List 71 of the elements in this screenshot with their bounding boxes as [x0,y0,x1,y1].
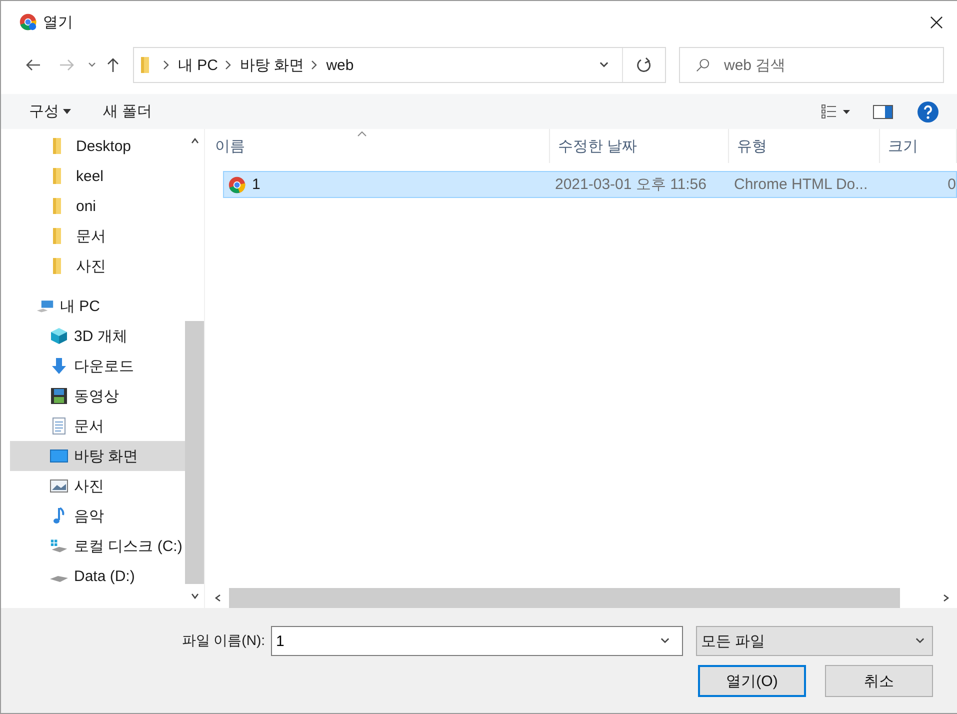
monitor-icon [50,447,68,465]
filename-label: 파일 이름(N): [182,632,265,650]
sidebar-item[interactable]: oni [10,191,185,221]
document-icon [50,417,68,435]
scroll-right-icon[interactable] [941,593,951,603]
search-icon [695,58,710,73]
sidebar-item[interactable]: 사진 [10,471,185,501]
sidebar-item[interactable]: 3D 개체 [10,321,185,351]
sidebar-item[interactable]: 바탕 화면 [10,441,185,471]
column-header[interactable]: 유형 [737,136,767,156]
column-header[interactable]: 크기 [888,136,918,156]
folder-icon [52,197,62,215]
scroll-left-icon[interactable] [213,593,223,603]
back-arrow-icon[interactable] [25,57,41,73]
folder-icon [140,56,150,74]
chevron-right-icon [310,60,318,70]
new-folder-button[interactable]: 새 폴더 [97,100,158,123]
chevron-right-icon [162,60,170,70]
scrollbar-thumb[interactable] [229,588,900,608]
sidebar-item[interactable]: 사진 [10,251,185,281]
chrome-icon [228,176,246,194]
sidebar-item[interactable]: 동영상 [10,381,185,411]
file-name: 1 [252,176,260,193]
download-arrow-icon [50,357,68,375]
preview-pane-icon[interactable] [873,104,893,118]
address-bar[interactable]: 내 PC 바탕 화면 web [133,47,666,83]
file-size: 0 [948,176,956,193]
cube-icon [50,327,68,345]
image-icon [50,477,68,495]
chrome-icon [19,13,37,31]
search-field[interactable]: web 검색 [679,47,944,83]
column-header[interactable]: 수정한 날짜 [558,136,638,156]
filename-field[interactable]: 1 [271,626,683,656]
file-row[interactable]: 1 2021-03-01 오후 11:56 Chrome HTML Do... 0 [223,171,957,198]
help-icon[interactable] [917,100,939,122]
file-type-dropdown[interactable]: 모든 파일 [696,626,933,656]
sidebar-item[interactable]: 내 PC [10,291,185,321]
sidebar-item[interactable]: 음악 [10,501,185,531]
folder-icon [52,257,62,275]
folder-icon [52,227,62,245]
scroll-down-icon[interactable] [190,591,200,601]
chevron-right-icon [224,60,232,70]
sidebar-item[interactable]: 문서 [10,221,185,251]
window-title: 열기 [43,12,73,32]
open-button[interactable]: 열기(O) [698,665,806,697]
caret-icon [63,109,71,114]
breadcrumb[interactable]: 바탕 화면 [240,56,304,74]
drive-icon [50,576,68,582]
breadcrumb[interactable]: web [326,56,354,74]
folder-icon [52,167,62,185]
sidebar-item[interactable]: Data (D:) [10,561,185,591]
scroll-up-icon[interactable] [190,136,200,146]
organize-button[interactable]: 구성 [23,100,77,123]
sidebar-item[interactable]: Desktop [10,131,185,161]
column-header[interactable]: 이름 [215,136,245,156]
drive-icon [50,537,68,555]
film-strip-icon [50,387,68,405]
refresh-icon[interactable] [636,57,652,73]
scrollbar-thumb[interactable] [185,321,204,584]
file-type: Chrome HTML Do... [734,176,868,193]
close-icon[interactable] [930,16,943,28]
sidebar-item[interactable]: 로컬 디스크 (C:) [10,531,185,561]
view-options-icon[interactable] [821,104,851,120]
modified-date: 2021-03-01 오후 11:56 [555,175,706,194]
breadcrumb[interactable]: 내 PC [178,56,218,74]
sidebar-item[interactable]: keel [10,161,185,191]
cancel-button[interactable]: 취소 [825,665,933,697]
up-arrow-icon[interactable] [105,57,121,73]
sidebar-item[interactable]: 문서 [10,411,185,441]
sidebar-item[interactable]: 다운로드 [10,351,185,381]
folder-icon [52,137,62,155]
